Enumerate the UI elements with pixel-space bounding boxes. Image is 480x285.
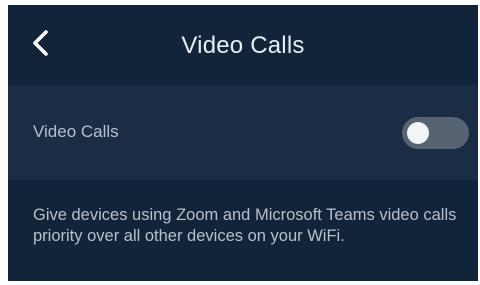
app-screen: Video Calls Video Calls Give devices usi… xyxy=(8,5,478,281)
setting-description: Give devices using Zoom and Microsoft Te… xyxy=(33,206,457,245)
page-title: Video Calls xyxy=(181,32,305,59)
header-bar: Video Calls xyxy=(8,5,478,83)
toggle-knob xyxy=(407,122,429,144)
video-calls-toggle[interactable] xyxy=(402,117,469,149)
setting-label: Video Calls xyxy=(33,122,119,141)
video-calls-setting-row: Video Calls xyxy=(8,85,478,180)
